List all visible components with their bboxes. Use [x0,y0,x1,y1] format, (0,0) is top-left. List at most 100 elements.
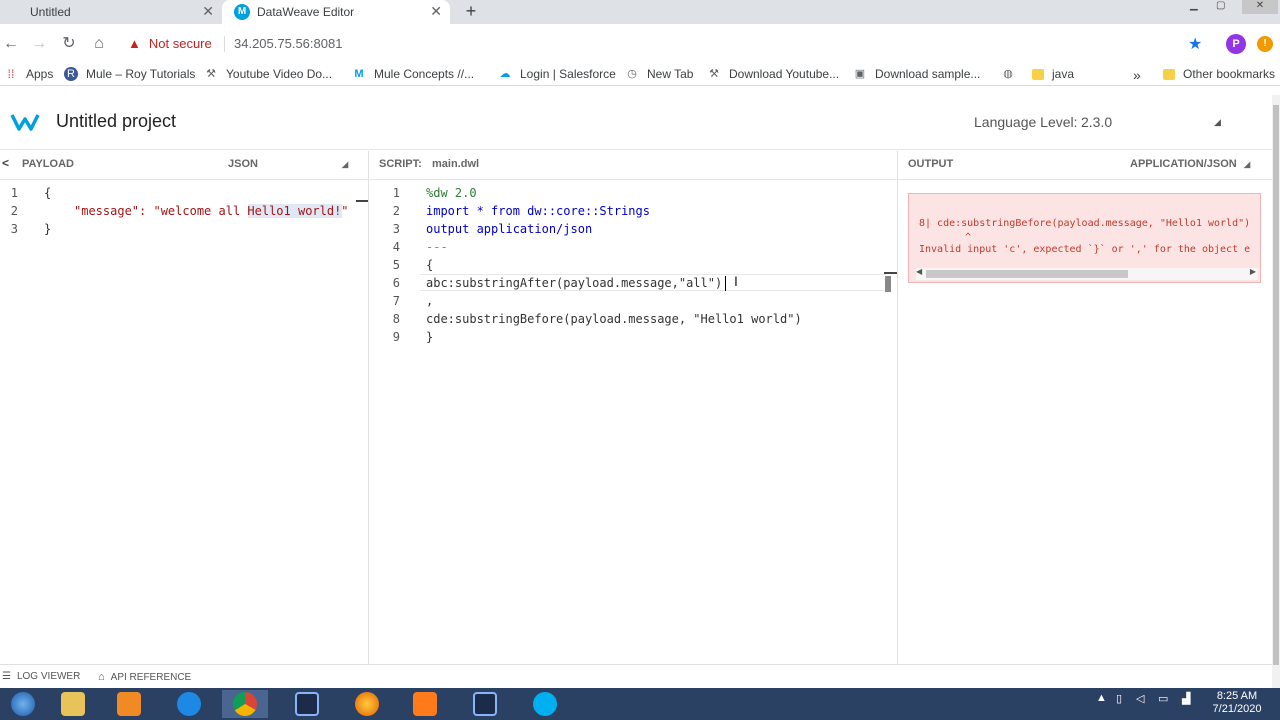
code-line: output application/json [426,222,593,236]
taskbar-chrome[interactable] [222,690,268,718]
header-divider [0,179,1272,180]
script-scroll-marker [884,272,897,274]
start-button[interactable] [0,690,46,718]
taskbar-skype[interactable] [522,690,568,718]
bookmark-new-tab[interactable]: ◷ New Tab [625,67,693,81]
security-indicator[interactable]: ▲ Not secure [128,36,212,51]
pane-divider[interactable] [897,151,898,664]
folder-icon [61,692,85,716]
script-pane-header: SCRIPT: main.dwl [369,151,897,179]
line-number: 8 [392,312,400,326]
taskbar-ie[interactable] [166,690,212,718]
home-icon[interactable]: ⌂ [88,33,110,55]
line-number: 2 [392,204,400,218]
book-icon: ⌂ [98,671,105,683]
log-viewer-button[interactable]: ☰ LOG VIEWER [2,671,80,682]
new-tab-button[interactable]: + [460,1,482,23]
output-horizontal-scrollbar[interactable]: ◀ ▶ [916,267,1258,280]
payload-title: PAYLOAD [22,158,74,170]
mule-icon: M [354,68,364,80]
profile-avatar[interactable]: P [1226,34,1246,54]
text-cursor [725,276,726,291]
bookmark-salesforce[interactable]: ☁ Login | Salesforce [498,67,616,81]
bookmark-download-youtube[interactable]: ⚒ Download Youtube... [707,67,839,81]
taskbar-anypoint-studio[interactable] [284,690,330,718]
code-line: abc:substringAfter(payload.message,"all"… [426,276,723,290]
dropdown-caret-icon[interactable]: ◢ [1244,160,1250,169]
bookmark-mule-roy[interactable]: R Mule – Roy Tutorials [64,67,195,81]
output-pane-header: OUTPUT APPLICATION/JSON ◢ [898,151,1272,179]
payload-format-select[interactable]: JSON [228,158,258,170]
taskbar-anypoint-studio-2[interactable] [462,690,508,718]
bookmark-globe[interactable]: ◍ [1001,67,1023,81]
pane-divider[interactable] [368,151,369,664]
line-number: 5 [392,258,400,272]
forward-arrow-icon[interactable]: → [28,33,50,55]
language-level-label: Language Level: [974,114,1078,130]
scroll-left-icon[interactable]: ◀ [916,267,922,276]
volume-icon[interactable]: ◁ [1136,692,1144,705]
tray-expand-icon[interactable]: ▲ [1096,692,1107,704]
line-number: 7 [392,294,400,308]
minimize-icon[interactable]: ▁ [1190,0,1198,14]
code-line: } [426,330,434,344]
dropdown-caret-icon[interactable]: ◢ [1214,117,1221,128]
code-line: { [44,186,52,200]
window-close-icon[interactable]: ✕ [1242,0,1278,14]
project-title[interactable]: Untitled project [56,111,176,132]
list-icon: ☰ [2,671,11,682]
api-reference-button[interactable]: ⌂ API REFERENCE [98,671,191,683]
ibeam-cursor-icon: I [734,273,738,289]
language-level-select[interactable]: 2.3.0 [1081,114,1112,130]
address-divider [224,36,225,52]
bookmark-download-sample[interactable]: ▣ Download sample... [853,67,981,81]
back-arrow-icon[interactable]: ← [0,33,22,55]
bookmark-star-icon[interactable]: ★ [1188,34,1202,54]
bookmark-java-folder[interactable]: java [1032,67,1074,81]
payload-scroll-marker [356,200,368,202]
firefox-icon [355,692,379,716]
close-tab-icon[interactable]: ✕ [202,3,214,20]
update-icon[interactable]: ! [1257,36,1273,52]
scrollbar-thumb[interactable] [1273,105,1279,665]
error-caret: ^ [965,232,972,243]
reload-icon[interactable]: ↻ [58,33,80,55]
close-tab-icon[interactable]: ✕ [430,3,442,20]
bookmarks-bar: ⁞⁞ Apps R Mule – Roy Tutorials ⚒ Youtube… [0,64,1280,86]
bookmarks-overflow-button[interactable]: » [1133,67,1141,83]
script-scroll-thumb[interactable] [885,276,891,292]
scrollbar-thumb[interactable] [926,270,1128,278]
tab-untitled[interactable]: Untitled ✕ [0,0,222,24]
taskbar-sublime[interactable] [402,690,448,718]
bookmark-other-folder[interactable]: Other bookmarks [1163,67,1275,81]
taskbar-explorer[interactable] [50,690,96,718]
tab-dataweave-editor[interactable]: M DataWeave Editor ✕ [222,0,450,24]
restore-icon[interactable]: ▢ [1216,0,1225,14]
taskbar-media-player[interactable] [106,690,152,718]
line-number: 9 [392,330,400,344]
code-line: , [426,294,434,308]
taskbar-firefox[interactable] [344,690,390,718]
output-title: OUTPUT [908,158,954,170]
page-icon: ▣ [854,68,866,80]
bookmark-youtube-video[interactable]: ⚒ Youtube Video Do... [204,67,332,81]
collapse-left-icon[interactable]: < [2,156,9,170]
folder-icon [1032,68,1044,80]
display-icon[interactable]: ▭ [1158,692,1168,705]
bookmark-mule-concepts[interactable]: M Mule Concepts //... [352,67,474,81]
battery-icon[interactable]: ▯ [1116,692,1122,705]
browser-tab-strip: Untitled ✕ M DataWeave Editor ✕ + ▁ ▢ ✕ [0,0,1280,24]
page-vertical-scrollbar[interactable] [1272,95,1280,688]
output-format-select[interactable]: APPLICATION/JSON [1130,158,1237,170]
taskbar-clock[interactable]: 8:25 AM 7/21/2020 [1205,690,1269,716]
error-source-line: 8| cde:substringBefore(payload.message, … [919,218,1251,229]
windows-taskbar: ▲ ▯ ◁ ▭ ▟ 8:25 AM 7/21/2020 [0,688,1280,720]
line-number: 6 [392,276,400,290]
bookmark-apps[interactable]: ⁞⁞ Apps [4,67,54,81]
script-filename[interactable]: main.dwl [432,158,479,170]
address-bar[interactable]: 34.205.75.56:8081 [234,36,342,51]
network-icon[interactable]: ▟ [1182,692,1190,705]
scroll-right-icon[interactable]: ▶ [1250,267,1256,276]
tab-title: DataWeave Editor [257,5,355,19]
dropdown-caret-icon[interactable]: ◢ [342,160,348,169]
